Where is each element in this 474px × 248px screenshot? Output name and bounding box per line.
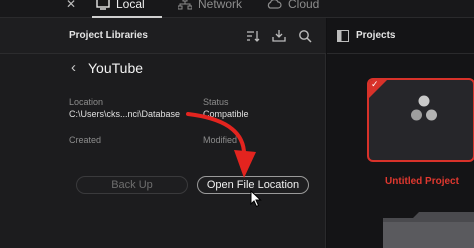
check-icon: ✓: [371, 79, 379, 89]
back-up-button[interactable]: Back Up: [76, 176, 188, 194]
panel-title: Project Libraries: [69, 30, 148, 41]
created-label: Created: [69, 135, 102, 145]
tab-cloud-label: Cloud: [288, 0, 320, 11]
project-thumbnail[interactable]: ✓: [367, 78, 474, 162]
library-name: YouTube: [88, 60, 144, 76]
folder-icon[interactable]: [383, 208, 474, 248]
projects-panel: Projects ✓ Untitled Project: [327, 18, 474, 248]
tab-network-label: Network: [198, 0, 243, 11]
tab-local-label: Local: [116, 0, 145, 11]
mouse-cursor-icon: [250, 190, 262, 208]
tab-local[interactable]: Local: [96, 0, 145, 13]
modified-label: Modified: [203, 135, 238, 145]
search-icon[interactable]: [298, 29, 312, 43]
sort-icon[interactable]: [246, 29, 260, 43]
close-icon[interactable]: ✕: [66, 0, 76, 11]
panel-header: Project Libraries: [0, 18, 326, 54]
import-icon[interactable]: [272, 29, 286, 43]
project-libraries-panel: Project Libraries ‹ YouTube Location C:\…: [0, 18, 326, 248]
monitor-icon: [96, 0, 110, 10]
project-name: Untitled Project: [385, 176, 459, 187]
back-chevron-icon[interactable]: ‹: [71, 59, 76, 76]
status-value: Compatible: [203, 109, 249, 119]
davinci-resolve-logo-icon: [411, 95, 437, 121]
panel-toggle-icon[interactable]: [337, 30, 349, 42]
location-label: Location: [69, 97, 104, 107]
cloud-icon: [267, 0, 282, 9]
location-value: C:\Users\cks...nci\Database: [69, 109, 181, 119]
projects-title: Projects: [356, 30, 396, 41]
tab-cloud[interactable]: Cloud: [266, 0, 319, 13]
projects-header: Projects: [327, 18, 474, 54]
status-label: Status: [203, 97, 229, 107]
top-tab-bar: ✕ Local Network Cloud: [0, 0, 474, 18]
tab-network[interactable]: Network: [178, 0, 242, 13]
network-icon: [178, 0, 192, 10]
